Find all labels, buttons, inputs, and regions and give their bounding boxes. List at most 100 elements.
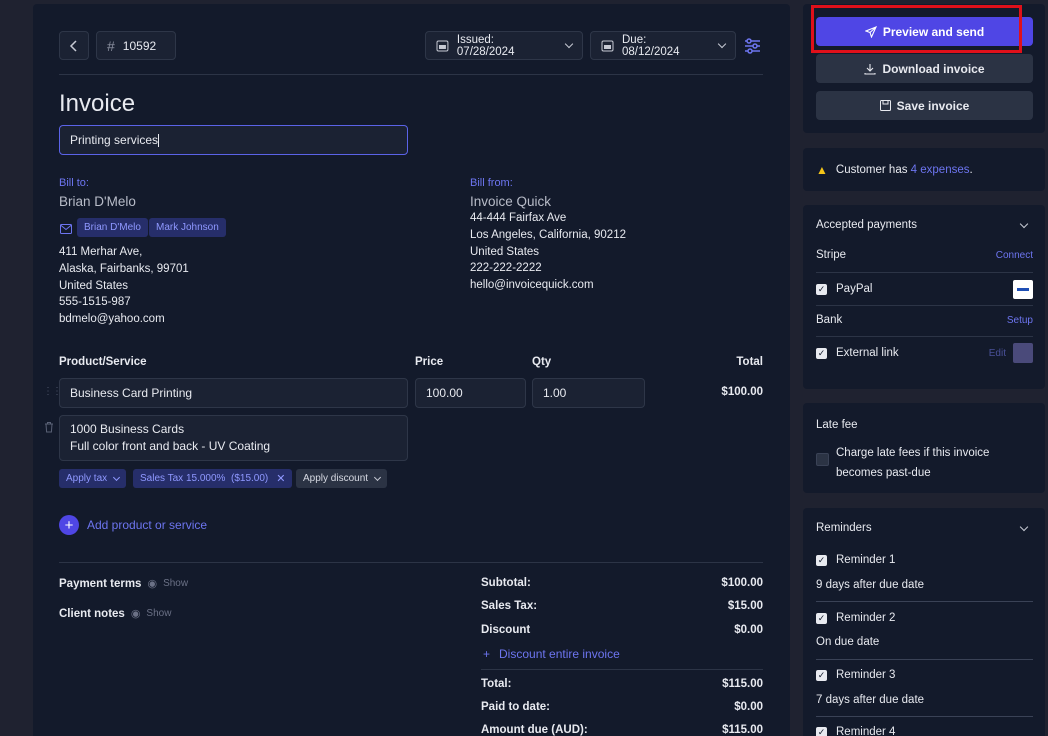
invoice-number-input[interactable]: # 10592	[96, 31, 176, 60]
payment-row-stripe: Stripe Connect	[816, 249, 1033, 261]
contact-chip-brian[interactable]: Brian D'Melo	[77, 218, 148, 237]
divider	[816, 601, 1033, 602]
divider	[816, 272, 1033, 273]
stripe-connect-link[interactable]: Connect	[996, 250, 1033, 261]
trash-icon[interactable]	[44, 421, 54, 436]
chevron-down-icon	[717, 39, 727, 49]
invoice-description-input[interactable]: Printing services	[59, 125, 408, 155]
chevron-down-icon[interactable]	[1019, 219, 1029, 229]
bill-from-address: 44-444 Fairfax Ave Los Angeles, Californ…	[470, 212, 626, 292]
eye-icon: ◉	[130, 608, 141, 620]
reminder-1-desc: 9 days after due date	[816, 579, 925, 591]
payment-row-bank: Bank Setup	[816, 314, 1033, 326]
actions-card: Preview and send Download invoice Save i…	[803, 4, 1045, 133]
reminder-2[interactable]: ✓ Reminder 2	[816, 612, 1033, 624]
late-fee-title: Late fee	[816, 419, 858, 431]
payment-terms-row[interactable]: Payment terms ◉ Show	[59, 577, 188, 591]
external-link-thumbnail	[1013, 343, 1033, 363]
reminder-3-desc: 7 days after due date	[816, 694, 925, 706]
bill-to-address: 411 Merhar Ave, Alaska, Fairbanks, 99701…	[59, 246, 189, 326]
invoice-editor: # 10592 Issued: 07/28/2024 Due: 08/12/20…	[33, 4, 790, 736]
invoice-number-value: 10592	[122, 38, 157, 53]
sales-tax-chip[interactable]: Sales Tax 15.000% ($15.00) ✕	[133, 469, 293, 488]
payment-row-paypal[interactable]: ✓ PayPal	[816, 279, 1033, 299]
calendar-icon	[601, 40, 614, 52]
external-edit-link[interactable]: Edit	[989, 348, 1006, 359]
reminder-3[interactable]: ✓ Reminder 3	[816, 669, 1033, 681]
expenses-link[interactable]: 4 expenses	[911, 164, 970, 176]
mail-icon	[60, 223, 72, 237]
page-title: Invoice	[59, 90, 136, 117]
reminder-2-desc: On due date	[816, 636, 880, 648]
discount-row: Discount $0.00	[481, 624, 763, 636]
paypal-logo-icon	[1013, 279, 1033, 299]
item-qty-input[interactable]: 1.00	[532, 378, 645, 408]
plus-icon: +	[59, 515, 79, 535]
apply-discount-dropdown[interactable]: Apply discount	[296, 469, 388, 488]
column-header-total: Total	[736, 356, 763, 368]
bill-from-name[interactable]: Invoice Quick	[470, 194, 551, 209]
add-product-button[interactable]: + Add product or service	[59, 515, 207, 535]
hash-icon: #	[107, 37, 115, 54]
total-row: Total: $115.00	[481, 678, 763, 690]
subtotal-row: Subtotal: $100.00	[481, 577, 763, 589]
reminder-1-checkbox[interactable]: ✓	[816, 554, 827, 566]
item-total: $100.00	[721, 386, 763, 398]
late-fee-card: Late fee Charge late fees if this invoic…	[803, 403, 1045, 493]
reminder-4[interactable]: ✓ Reminder 4	[816, 726, 1033, 736]
divider	[481, 669, 763, 670]
bank-setup-link[interactable]: Setup	[1007, 315, 1033, 326]
client-notes-row[interactable]: Client notes ◉ Show	[59, 607, 171, 621]
divider	[816, 305, 1033, 306]
reminder-4-checkbox[interactable]: ✓	[816, 726, 827, 736]
chevron-down-icon	[374, 473, 382, 481]
download-icon	[864, 63, 877, 75]
bill-from-label: Bill from:	[470, 177, 513, 189]
item-price-input[interactable]: 100.00	[415, 378, 526, 408]
divider	[59, 562, 763, 563]
calendar-icon	[436, 40, 449, 52]
column-header-product: Product/Service	[59, 356, 147, 368]
bill-to-name[interactable]: Brian D'Melo	[59, 194, 136, 209]
reminder-3-checkbox[interactable]: ✓	[816, 669, 827, 681]
issued-date-picker[interactable]: Issued: 07/28/2024	[425, 31, 583, 60]
accepted-payments-card: Accepted payments Stripe Connect ✓ PayPa…	[803, 205, 1045, 389]
column-header-price: Price	[415, 356, 444, 368]
save-icon	[879, 100, 891, 111]
reminder-2-checkbox[interactable]: ✓	[816, 612, 827, 624]
discount-entire-invoice-link[interactable]: + Discount entire invoice	[483, 647, 620, 661]
issued-date-label: Issued: 07/28/2024	[456, 33, 515, 58]
warning-icon: ▲	[816, 162, 828, 177]
reminder-1[interactable]: ✓ Reminder 1	[816, 554, 1033, 566]
chevron-down-icon	[113, 473, 121, 481]
column-header-qty: Qty	[532, 356, 552, 368]
chevron-down-icon	[564, 39, 574, 49]
divider	[59, 74, 763, 75]
settings-sliders-icon[interactable]	[744, 38, 761, 54]
external-link-checkbox[interactable]: ✓	[816, 347, 827, 359]
back-button[interactable]	[59, 31, 89, 60]
paid-row: Paid to date: $0.00	[481, 701, 763, 713]
contact-chip-mark[interactable]: Mark Johnson	[149, 218, 226, 237]
expenses-notice: ▲ Customer has 4 expenses.	[803, 148, 1045, 191]
item-name-input[interactable]: Business Card Printing	[59, 378, 408, 408]
reminders-card: Reminders ✓ Reminder 1 9 days after due …	[803, 508, 1045, 736]
accepted-payments-title: Accepted payments	[816, 219, 918, 231]
amount-due-row: Amount due (AUD): $115.00	[481, 724, 763, 736]
late-fee-description: Charge late fees if this invoice becomes…	[836, 447, 990, 479]
reminders-title: Reminders	[816, 522, 872, 534]
paypal-checkbox[interactable]: ✓	[816, 283, 827, 295]
item-description-input[interactable]: 1000 Business Cards Full color front and…	[59, 415, 408, 461]
highlight-box	[811, 5, 1022, 53]
close-icon[interactable]: ✕	[276, 472, 285, 485]
save-invoice-button[interactable]: Save invoice	[816, 91, 1033, 120]
due-date-picker[interactable]: Due: 08/12/2024	[590, 31, 736, 60]
chevron-down-icon[interactable]	[1019, 522, 1029, 532]
divider	[816, 716, 1033, 717]
late-fee-checkbox[interactable]	[816, 453, 829, 466]
chevron-left-icon	[69, 39, 77, 52]
apply-tax-dropdown[interactable]: Apply tax	[59, 469, 127, 488]
download-invoice-button[interactable]: Download invoice	[816, 54, 1033, 83]
sales-tax-row: Sales Tax: $15.00	[481, 600, 763, 612]
payment-row-external[interactable]: ✓ External link Edit	[816, 343, 1033, 363]
